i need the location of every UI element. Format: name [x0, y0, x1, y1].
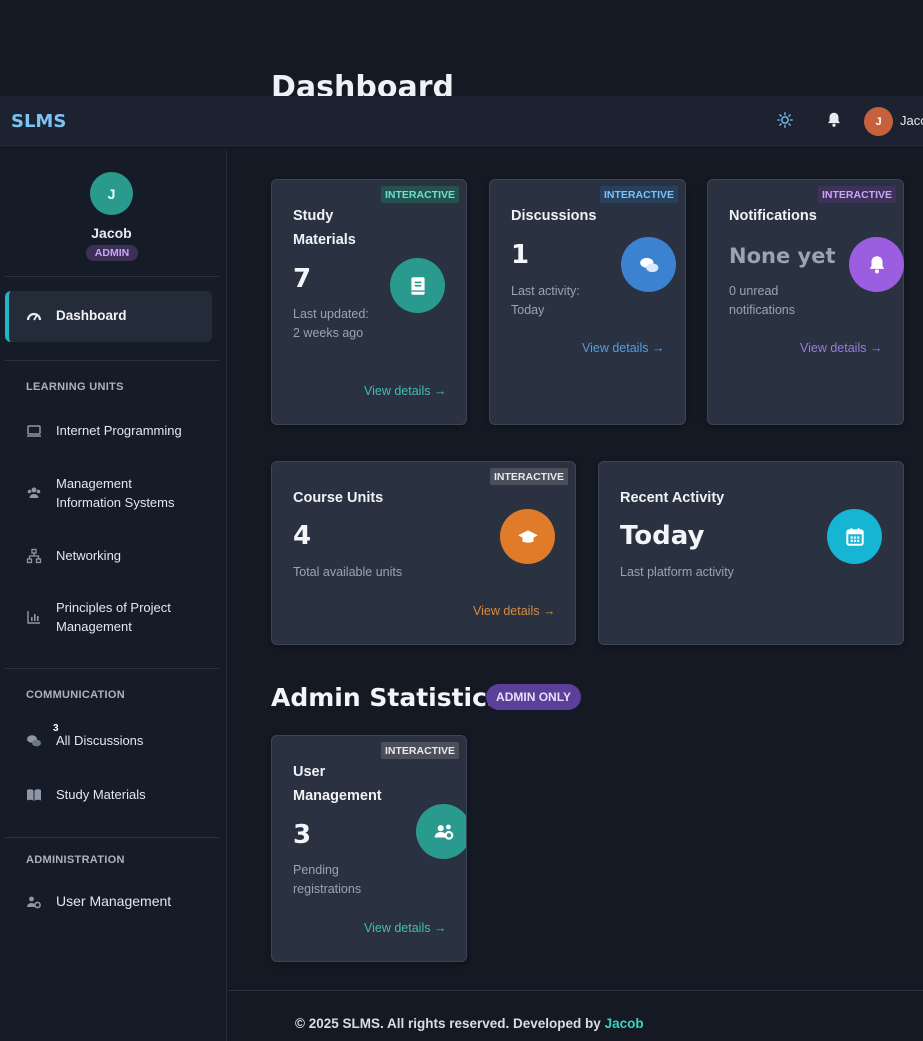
sidebar-item-mis[interactable]: Management Information Systems	[26, 474, 206, 512]
sidebar-item-label: Study Materials	[56, 787, 146, 802]
interactive-tag: INTERACTIVE	[817, 186, 896, 203]
card-subtitle: Last updated: 2 weeks ago	[293, 307, 369, 340]
footer-divider	[228, 990, 923, 991]
study-materials-card[interactable]: INTERACTIVE Study Materials 7 Last updat…	[271, 179, 467, 425]
book-icon	[390, 258, 445, 313]
divider	[5, 668, 219, 669]
bell-icon[interactable]	[825, 111, 845, 131]
chart-icon	[26, 609, 42, 625]
interactive-tag: INTERACTIVE	[380, 186, 459, 203]
course-units-card[interactable]: INTERACTIVE Course Units 4 Total availab…	[271, 461, 576, 645]
view-details-link[interactable]: View details →	[800, 341, 882, 355]
card-value: 7	[293, 264, 312, 294]
sidebar-item-label: All Discussions	[56, 733, 144, 748]
interactive-tag: INTERACTIVE	[599, 186, 678, 203]
users-icon	[26, 485, 42, 501]
section-label-learning-units: LEARNING UNITS	[26, 381, 124, 393]
calendar-icon	[827, 509, 882, 564]
sidebar-item-project-management[interactable]: Principles of Project Management	[26, 598, 196, 636]
admin-only-badge: ADMIN ONLY	[486, 684, 581, 710]
interactive-tag: INTERACTIVE	[380, 742, 459, 759]
discussions-card[interactable]: INTERACTIVE Discussions 1 Last activity:…	[489, 179, 686, 425]
card-value: None yet	[729, 244, 836, 268]
card-value: 4	[293, 521, 312, 551]
card-subtitle: Pending registrations	[293, 863, 362, 896]
graduation-cap-icon	[500, 509, 555, 564]
card-subtitle: Total available units	[293, 565, 403, 579]
card-title: Course Units	[293, 490, 384, 506]
book-open-icon	[26, 787, 42, 803]
card-subtitle: Last activity: Today	[511, 284, 580, 317]
users-cog-icon	[26, 894, 42, 910]
card-subtitle: Last platform activity	[620, 565, 734, 579]
card-value: 1	[511, 240, 530, 270]
card-title: Recent Activity	[620, 490, 725, 506]
divider	[5, 276, 219, 277]
card-title: Discussions	[511, 208, 597, 224]
divider	[5, 360, 219, 361]
user-avatar[interactable]: J	[864, 107, 893, 136]
avatar: J	[90, 172, 133, 215]
user-name[interactable]: Jacob	[900, 113, 923, 128]
sidebar-item-study-materials[interactable]: Study Materials	[26, 785, 146, 804]
card-value: Today	[620, 521, 705, 551]
section-label-administration: ADMINISTRATION	[26, 854, 125, 866]
view-details-link[interactable]: View details →	[473, 604, 555, 618]
sidebar-item-label: User Management	[56, 893, 172, 909]
view-details-link[interactable]: View details →	[582, 341, 664, 355]
network-icon	[26, 548, 42, 564]
card-value: 3	[293, 820, 312, 850]
sidebar-item-dashboard[interactable]: Dashboard	[5, 291, 212, 342]
view-details-link[interactable]: View details →	[364, 384, 446, 398]
sidebar-user-name: Jacob	[91, 225, 132, 241]
comments-icon	[621, 237, 676, 292]
sidebar-item-internet-programming[interactable]: Internet Programming	[26, 421, 182, 440]
sun-icon[interactable]	[776, 111, 796, 131]
admin-statistics-heading: Admin Statistics	[271, 683, 502, 712]
divider	[5, 837, 219, 838]
footer: © 2025 SLMS. All rights reserved. Develo…	[295, 1016, 644, 1031]
gauge-icon	[26, 308, 42, 324]
comments-icon	[26, 733, 42, 749]
card-subtitle: 0 unread notifications	[729, 284, 796, 317]
user-management-card[interactable]: INTERACTIVE User Management 3 Pending re…	[271, 735, 467, 962]
sidebar-item-label: Dashboard	[56, 308, 127, 323]
card-title: Notifications	[729, 208, 817, 224]
footer-text: © 2025 SLMS. All rights reserved. Develo…	[295, 1016, 601, 1031]
developer-link[interactable]: Jacob	[605, 1016, 644, 1031]
sidebar: J Jacob ADMIN Dashboard LEARNING UNITS I…	[0, 150, 227, 1041]
sidebar-item-user-management[interactable]: User Management	[26, 892, 171, 911]
laptop-icon	[26, 423, 42, 439]
sidebar-item-all-discussions[interactable]: All Discussions	[26, 731, 143, 750]
top-navbar: SLMS J Jacob	[0, 96, 923, 146]
view-details-link[interactable]: View details →	[364, 921, 446, 935]
notifications-card[interactable]: INTERACTIVE Notifications None yet 0 unr…	[707, 179, 904, 425]
sidebar-item-label: Principles of Project Management	[56, 600, 171, 634]
section-label-communication: COMMUNICATION	[26, 689, 126, 701]
card-title: Study Materials	[293, 208, 356, 248]
sidebar-item-networking[interactable]: Networking	[26, 546, 121, 565]
bell-icon	[849, 237, 904, 292]
interactive-tag: INTERACTIVE	[489, 468, 568, 485]
recent-activity-card: Recent Activity Today Last platform acti…	[598, 461, 904, 645]
users-cog-icon	[416, 804, 466, 859]
sidebar-item-label: Internet Programming	[56, 423, 182, 438]
role-badge: ADMIN	[86, 245, 138, 261]
brand-logo[interactable]: SLMS	[11, 111, 66, 132]
card-title: User Management	[293, 764, 382, 804]
sidebar-item-label: Networking	[56, 548, 122, 563]
sidebar-item-label: Management Information Systems	[56, 476, 175, 510]
